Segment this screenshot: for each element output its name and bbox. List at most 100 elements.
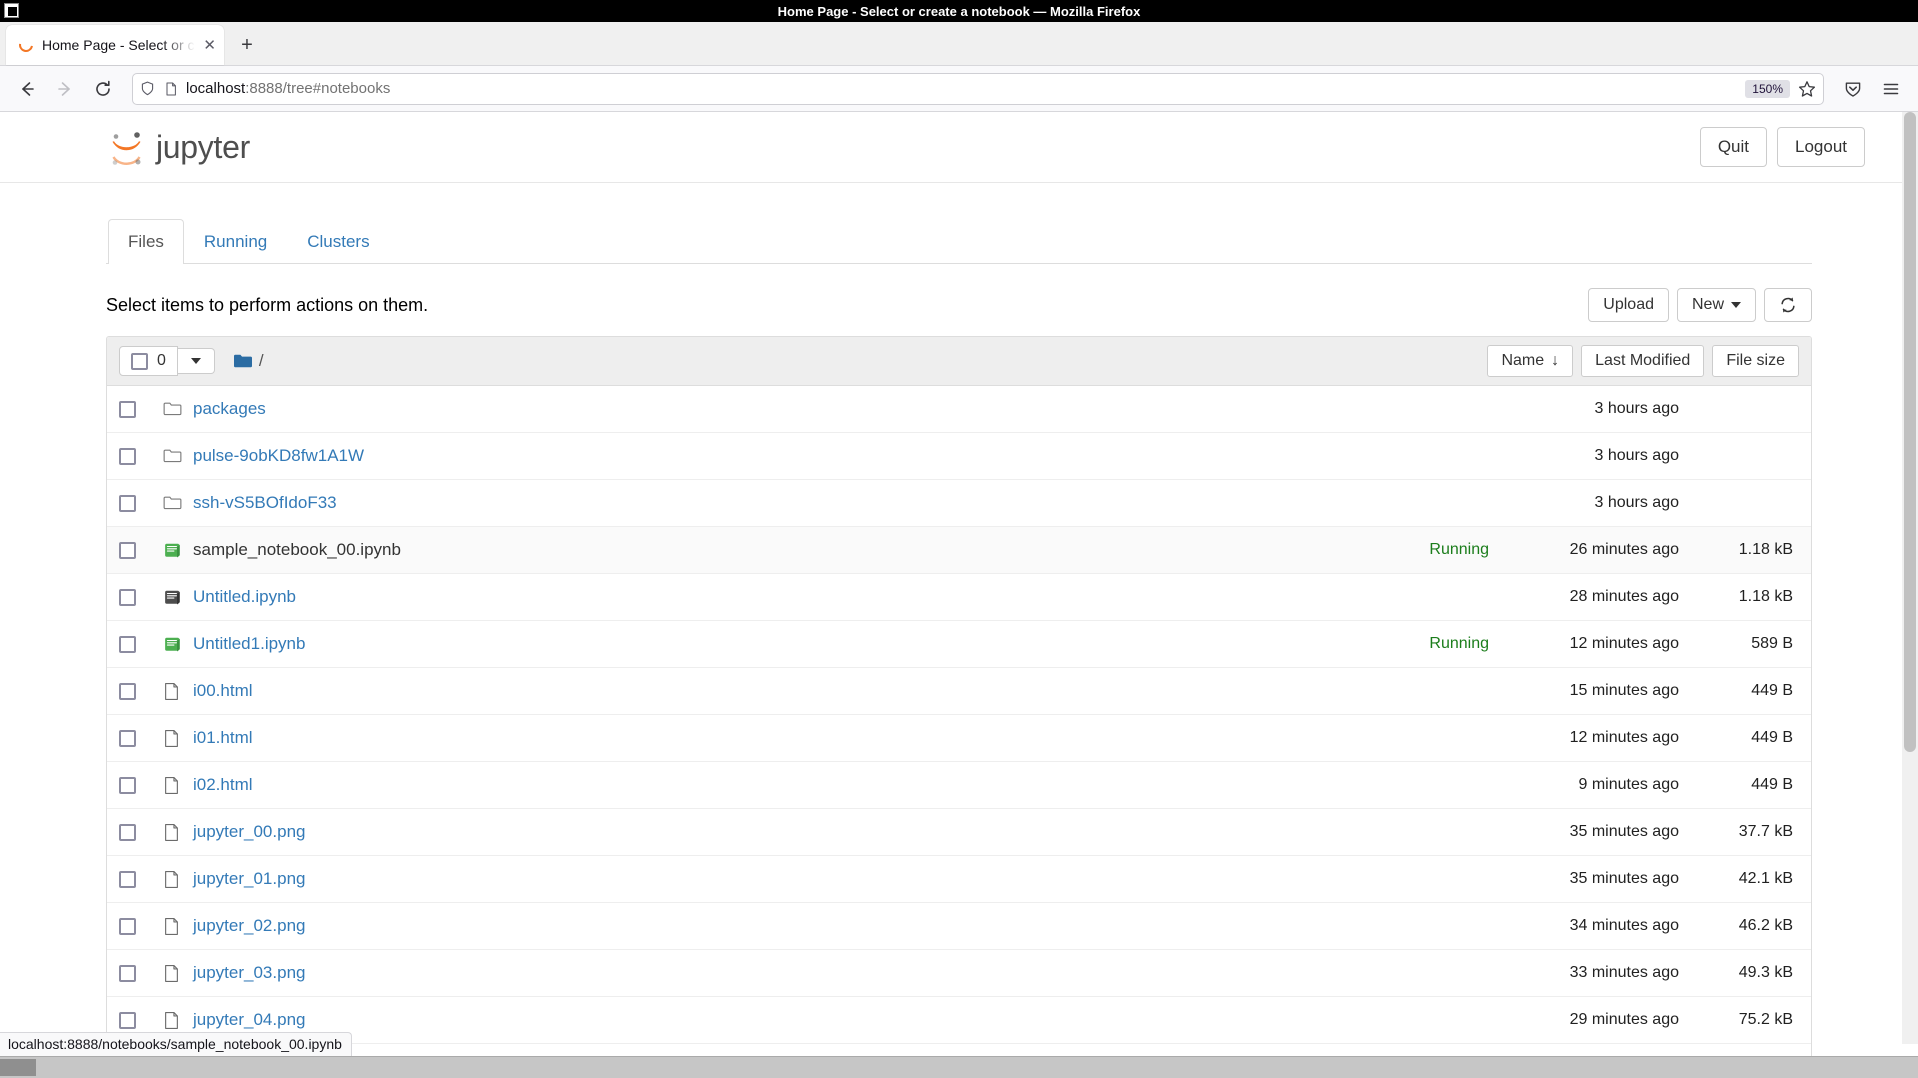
row-name-link[interactable]: jupyter_00.png: [193, 822, 305, 842]
table-row[interactable]: sample_notebook_00.ipynb Running 26 minute…: [107, 527, 1811, 574]
row-name-link[interactable]: Untitled1.ipynb: [193, 634, 305, 654]
browser-tab-title: Home Page - Select or cre: [42, 37, 196, 53]
table-row[interactable]: pulse-9obKD8fw1A1W 3 hours ago: [107, 433, 1811, 480]
horizontal-scrollbar[interactable]: [0, 1056, 1918, 1078]
row-checkbox[interactable]: [119, 635, 136, 653]
vertical-scrollbar-thumb[interactable]: [1904, 112, 1916, 752]
horizontal-scrollbar-thumb[interactable]: [0, 1059, 36, 1076]
table-row[interactable]: jupyter_02.png 34 minutes ago 46.2 kB: [107, 903, 1811, 950]
row-checkbox-cell[interactable]: [119, 870, 163, 888]
row-checkbox[interactable]: [119, 870, 136, 888]
breadcrumb[interactable]: /: [233, 351, 264, 371]
row-checkbox[interactable]: [119, 776, 136, 794]
zoom-level-badge[interactable]: 150%: [1745, 79, 1790, 98]
back-button[interactable]: [10, 72, 44, 106]
row-name-link[interactable]: i01.html: [193, 728, 253, 748]
row-name-link[interactable]: Untitled.ipynb: [193, 587, 296, 607]
vertical-scrollbar[interactable]: [1902, 112, 1918, 1044]
table-row[interactable]: jupyter_01.png 35 minutes ago 42.1 kB: [107, 856, 1811, 903]
close-icon[interactable]: ✕: [203, 38, 216, 53]
row-checkbox-cell[interactable]: [119, 729, 163, 747]
app-menu-button[interactable]: [1874, 72, 1908, 106]
row-checkbox-cell[interactable]: [119, 588, 163, 606]
row-checkbox[interactable]: [119, 494, 136, 512]
row-modified: 26 minutes ago: [1569, 541, 1679, 558]
row-checkbox-cell[interactable]: [119, 964, 163, 982]
table-row[interactable]: jupyter_03.png 33 minutes ago 49.3 kB: [107, 950, 1811, 997]
url-text: localhost:8888/tree#notebooks: [186, 80, 1738, 97]
jupyter-logo[interactable]: jupyter: [106, 127, 250, 168]
window-titlebar: Home Page - Select or create a notebook …: [0, 0, 1918, 22]
tab-files[interactable]: Files: [108, 219, 184, 264]
sort-size-button[interactable]: File size: [1712, 345, 1799, 377]
row-checkbox-cell[interactable]: [119, 776, 163, 794]
row-checkbox[interactable]: [119, 541, 136, 559]
row-checkbox[interactable]: [119, 917, 136, 935]
row-checkbox-cell[interactable]: [119, 917, 163, 935]
logout-button[interactable]: Logout: [1777, 127, 1865, 167]
table-row[interactable]: i02.html 9 minutes ago 449 B: [107, 762, 1811, 809]
row-checkbox-cell[interactable]: [119, 494, 163, 512]
reload-button[interactable]: [86, 72, 120, 106]
table-row[interactable]: i00.html 15 minutes ago 449 B: [107, 668, 1811, 715]
row-name-link[interactable]: sample_notebook_00.ipynb: [193, 540, 401, 560]
table-row[interactable]: i01.html 12 minutes ago 449 B: [107, 715, 1811, 762]
row-checkbox[interactable]: [119, 447, 136, 465]
row-size: 49.3 kB: [1738, 964, 1793, 981]
refresh-button[interactable]: [1764, 288, 1812, 322]
row-meta: 3 hours ago: [1339, 447, 1799, 465]
file-icon: [165, 964, 178, 982]
star-icon[interactable]: [1797, 79, 1817, 99]
row-checkbox[interactable]: [119, 1011, 136, 1029]
table-row[interactable]: jupyter_00.png 35 minutes ago 37.7 kB: [107, 809, 1811, 856]
row-modified: 12 minutes ago: [1569, 635, 1679, 652]
row-checkbox-cell[interactable]: [119, 682, 163, 700]
select-dropdown-button[interactable]: [177, 348, 215, 374]
upload-button[interactable]: Upload: [1588, 288, 1669, 322]
table-row[interactable]: ssh-vS5BOfIdoF33 3 hours ago: [107, 480, 1811, 527]
row-name-link[interactable]: pulse-9obKD8fw1A1W: [193, 446, 364, 466]
row-checkbox[interactable]: [119, 964, 136, 982]
quit-button[interactable]: Quit: [1699, 127, 1767, 167]
row-checkbox[interactable]: [119, 400, 136, 418]
row-name-link[interactable]: packages: [193, 399, 266, 419]
action-bar: Select items to perform actions on them.…: [106, 288, 1812, 322]
new-tab-button[interactable]: +: [230, 28, 264, 62]
table-row[interactable]: Untitled1.ipynb Running 12 minutes ago 589 …: [107, 621, 1811, 668]
row-checkbox[interactable]: [119, 823, 136, 841]
row-name-link[interactable]: i00.html: [193, 681, 253, 701]
row-checkbox-cell[interactable]: [119, 541, 163, 559]
row-checkbox[interactable]: [119, 588, 136, 606]
url-path: :8888/tree#notebooks: [245, 80, 391, 97]
row-checkbox-cell[interactable]: [119, 635, 163, 653]
tab-clusters[interactable]: Clusters: [287, 219, 389, 264]
new-dropdown-button[interactable]: New: [1676, 288, 1756, 322]
row-name-link[interactable]: ssh-vS5BOfIdoF33: [193, 493, 337, 513]
row-checkbox-cell[interactable]: [119, 1011, 163, 1029]
row-name-link[interactable]: i02.html: [193, 775, 253, 795]
jupyter-body: Files Running Clusters Select items to p…: [0, 219, 1918, 1078]
select-all-button[interactable]: 0: [119, 346, 178, 376]
chevron-down-icon: [190, 358, 201, 364]
table-row[interactable]: packages 3 hours ago: [107, 386, 1811, 433]
url-bar[interactable]: localhost:8888/tree#notebooks 150%: [132, 72, 1824, 105]
sort-name-button[interactable]: Name ↓: [1487, 345, 1574, 377]
row-checkbox-cell[interactable]: [119, 447, 163, 465]
forward-button[interactable]: [48, 72, 82, 106]
table-row[interactable]: jupyter_04.png 29 minutes ago 75.2 kB: [107, 997, 1811, 1044]
row-checkbox[interactable]: [119, 729, 136, 747]
pocket-button[interactable]: [1836, 72, 1870, 106]
row-name-link[interactable]: jupyter_02.png: [193, 916, 305, 936]
url-host: localhost: [186, 80, 246, 97]
row-checkbox-cell[interactable]: [119, 400, 163, 418]
row-name-link[interactable]: jupyter_01.png: [193, 869, 305, 889]
select-all-checkbox[interactable]: [131, 352, 148, 370]
row-checkbox[interactable]: [119, 682, 136, 700]
row-name-link[interactable]: jupyter_03.png: [193, 963, 305, 983]
row-checkbox-cell[interactable]: [119, 823, 163, 841]
row-name-link[interactable]: jupyter_04.png: [193, 1010, 305, 1030]
sort-modified-button[interactable]: Last Modified: [1581, 345, 1705, 377]
browser-tab[interactable]: Home Page - Select or cre ✕: [6, 25, 224, 65]
tab-running[interactable]: Running: [184, 219, 287, 264]
table-row[interactable]: Untitled.ipynb 28 minutes ago 1.18 kB: [107, 574, 1811, 621]
